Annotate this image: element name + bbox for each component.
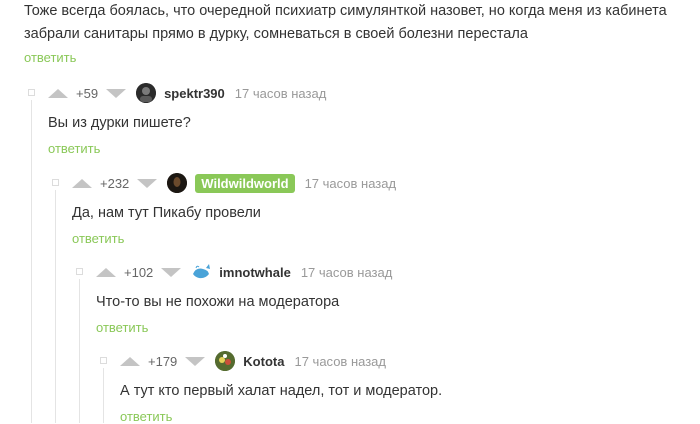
thread-line[interactable]: [79, 279, 80, 423]
user-avatar[interactable]: [215, 351, 236, 371]
comment-time: 17 часов назад: [304, 175, 397, 191]
comment-time: 17 часов назад: [294, 353, 386, 369]
comment-rating: +59: [76, 85, 99, 101]
whale-avatar-icon: [193, 264, 211, 279]
comment-header: +179 Kotota 17 часов назад: [120, 350, 386, 372]
user-avatar[interactable]: [167, 173, 188, 193]
reply-link[interactable]: ответить: [48, 141, 100, 156]
username[interactable]: spektr390: [164, 86, 225, 101]
collapse-toggle[interactable]: [28, 89, 35, 96]
username[interactable]: Wildwildworld: [195, 173, 295, 193]
root-comment-line2: забрали санитары прямо в дурку, сомневат…: [24, 26, 528, 42]
collapse-toggle[interactable]: [100, 357, 107, 364]
comment-rating: +179: [148, 353, 178, 369]
upvote-arrow-icon[interactable]: [72, 178, 92, 188]
collapse-toggle[interactable]: [52, 179, 59, 186]
upvote-arrow-icon[interactable]: [96, 267, 116, 277]
thread-line[interactable]: [55, 190, 56, 423]
comment-header: +59 spektr390 17 часов назад: [48, 82, 326, 104]
downvote-arrow-icon[interactable]: [185, 356, 206, 366]
comment-time: 17 часов назад: [234, 85, 327, 101]
user-avatar[interactable]: [191, 262, 212, 282]
upvote-arrow-icon[interactable]: [120, 356, 140, 366]
dark-avatar-icon: [167, 173, 188, 193]
downvote-arrow-icon[interactable]: [137, 178, 158, 188]
comment-header: +232 Wildwildworld 17 часов назад: [72, 172, 396, 194]
dark-avatar-icon: [136, 83, 157, 103]
upvote-arrow-icon[interactable]: [48, 88, 68, 98]
user-avatar[interactable]: [136, 83, 157, 103]
root-comment-line1: Тоже всегда боялась, что очередной психи…: [24, 3, 667, 19]
reply-link[interactable]: ответить: [96, 320, 148, 335]
username[interactable]: imnotwhale: [219, 265, 291, 280]
comment-text: Что-то вы не похожи на модератора: [96, 294, 340, 310]
username[interactable]: Kotota: [243, 354, 284, 369]
comment-text: А тут кто первый халат надел, тот и моде…: [120, 383, 443, 399]
thread-line[interactable]: [103, 368, 104, 423]
comment-text: Вы из дурки пишете?: [48, 115, 191, 131]
downvote-arrow-icon[interactable]: [106, 88, 127, 98]
colorful-avatar-icon: [215, 351, 236, 371]
root-comment-text: Тоже всегда боялась, что очередной психи…: [24, 0, 694, 46]
reply-link[interactable]: ответить: [24, 50, 76, 65]
comment-header: +102 imnotwhale 17 часов назад: [96, 261, 392, 283]
collapse-toggle[interactable]: [76, 268, 83, 275]
comment-text: Да, нам тут Пикабу провели: [72, 205, 261, 221]
comment-rating: +232: [100, 175, 130, 191]
reply-link[interactable]: ответить: [72, 231, 124, 246]
thread-line[interactable]: [31, 100, 32, 423]
comment-rating: +102: [124, 264, 154, 280]
reply-link[interactable]: ответить: [120, 409, 172, 424]
comment-time: 17 часов назад: [300, 264, 393, 280]
downvote-arrow-icon[interactable]: [161, 267, 182, 277]
